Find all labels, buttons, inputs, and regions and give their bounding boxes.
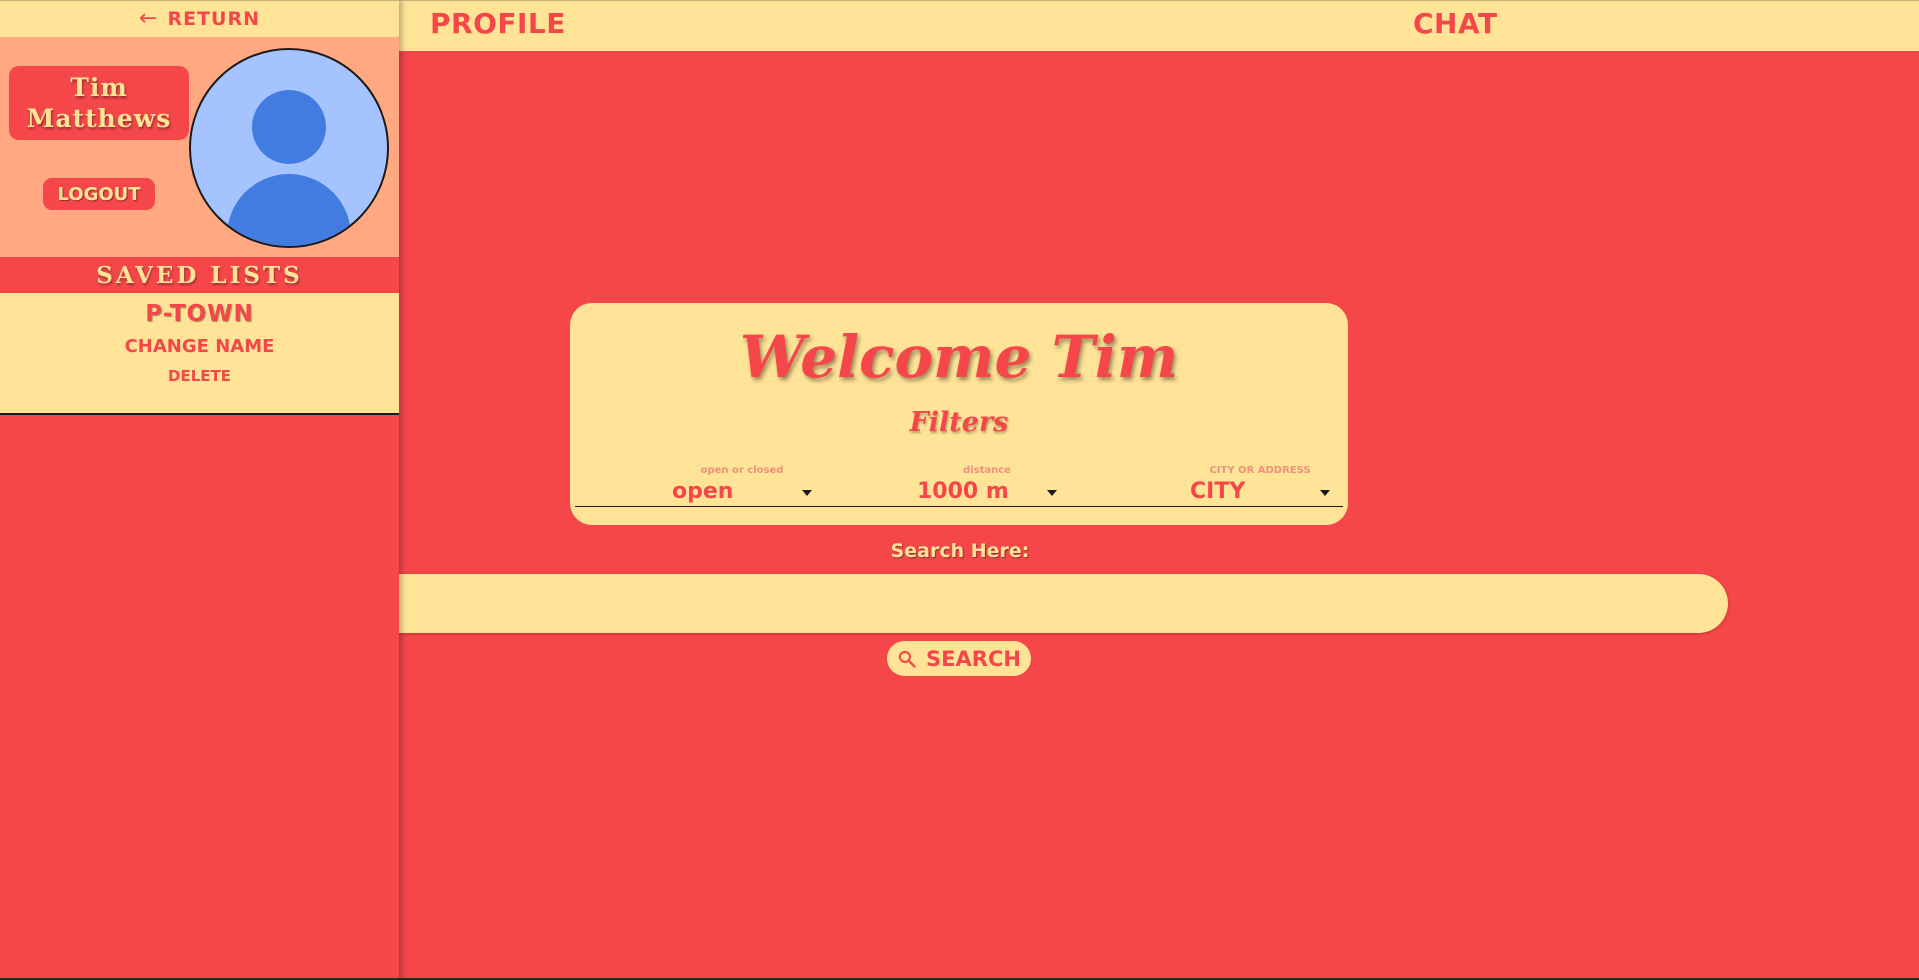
search-label: Search Here:: [890, 540, 1030, 562]
filters-heading: Filters: [909, 407, 1009, 438]
distance-value: 1000 m: [917, 479, 1009, 504]
change-name-button[interactable]: CHANGE NAME: [125, 336, 275, 357]
user-avatar-icon: [189, 48, 389, 248]
avatar-head: [252, 90, 326, 164]
saved-lists-heading: SAVED LISTS: [96, 261, 303, 289]
caret-down-icon: [802, 490, 812, 496]
search-icon: [898, 650, 916, 668]
welcome-card: Welcome Tim Filters open or closed open …: [570, 303, 1348, 525]
caret-down-icon: [1047, 490, 1057, 496]
profile-panel: Tim Matthews LOGOUT: [0, 37, 399, 257]
city-address-select[interactable]: CITY OR ADDRESS CITY: [1190, 463, 1330, 505]
open-closed-label: open or closed: [700, 465, 784, 476]
avatar-body: [227, 174, 351, 246]
user-first-name: Tim: [70, 73, 128, 102]
top-nav: PROFILE CHAT: [399, 0, 1919, 51]
app-root: ← RETURN Tim Matthews LOGOUT SAVED LISTS…: [0, 0, 1919, 980]
sidebar: ← RETURN Tim Matthews LOGOUT SAVED LISTS…: [0, 0, 399, 980]
caret-down-icon: [1320, 490, 1330, 496]
filters-divider: [575, 506, 1343, 507]
tab-profile[interactable]: PROFILE: [430, 7, 566, 40]
city-address-label: CITY OR ADDRESS: [1209, 465, 1311, 476]
distance-label: distance: [963, 465, 1011, 476]
city-address-value: CITY: [1190, 479, 1246, 504]
user-full-name: Tim Matthews: [27, 72, 172, 134]
open-closed-value: open: [672, 479, 734, 504]
delete-list-button[interactable]: DELETE: [168, 367, 231, 385]
open-closed-select[interactable]: open or closed open: [672, 463, 812, 505]
arrow-left-icon: ←: [139, 6, 158, 31]
search-button[interactable]: SEARCH: [887, 641, 1031, 676]
tab-chat[interactable]: CHAT: [1413, 7, 1498, 40]
search-button-label: SEARCH: [926, 646, 1021, 671]
welcome-title: Welcome Tim: [739, 323, 1179, 391]
search-input[interactable]: [399, 574, 1728, 633]
return-button[interactable]: ← RETURN: [0, 0, 399, 37]
logout-button[interactable]: LOGOUT: [43, 178, 155, 210]
user-name-badge: Tim Matthews: [9, 66, 189, 140]
distance-select[interactable]: distance 1000 m: [917, 463, 1057, 505]
saved-list-item: P-TOWN CHANGE NAME DELETE: [0, 293, 399, 415]
saved-list-name[interactable]: P-TOWN: [145, 301, 253, 327]
user-last-name: Matthews: [26, 104, 172, 133]
return-label: RETURN: [167, 8, 260, 30]
